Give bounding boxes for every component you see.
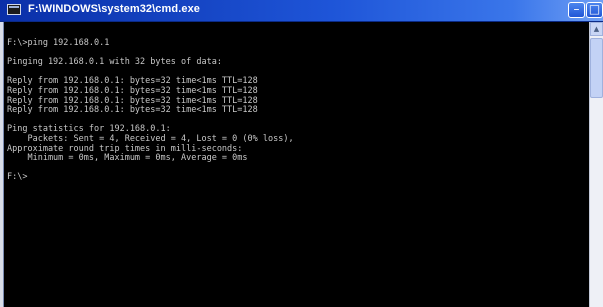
window-title: F:\WINDOWS\system32\cmd.exe	[28, 3, 201, 15]
maximize-button[interactable]: □	[586, 2, 603, 18]
console-line-round-trip-times: Minimum = 0ms, Maximum = 0ms, Average = …	[7, 153, 248, 164]
command-prompt-window: F:\WINDOWS\system32\cmd.exe – □ F:\>ping…	[0, 0, 603, 307]
console-icon[interactable]	[7, 4, 21, 15]
title-bar[interactable]: F:\WINDOWS\system32\cmd.exe – □	[0, 0, 603, 22]
console-line-pinging: Pinging 192.168.0.1 with 32 bytes of dat…	[7, 57, 222, 68]
console-output[interactable]: F:\>ping 192.168.0.1 Pinging 192.168.0.1 …	[3, 22, 589, 307]
console-line-prompt: F:\>	[7, 172, 28, 183]
vertical-scrollbar[interactable]: ▲	[589, 22, 603, 307]
console-line-blank	[7, 164, 589, 174]
console-line-reply: Reply from 192.168.0.1: bytes=32 time<1m…	[7, 105, 258, 116]
scroll-thumb[interactable]	[590, 38, 603, 98]
minimize-button[interactable]: –	[568, 2, 585, 18]
console-line-command: F:\>ping 192.168.0.1	[7, 38, 110, 48]
scroll-up-arrow-icon[interactable]: ▲	[590, 22, 603, 36]
